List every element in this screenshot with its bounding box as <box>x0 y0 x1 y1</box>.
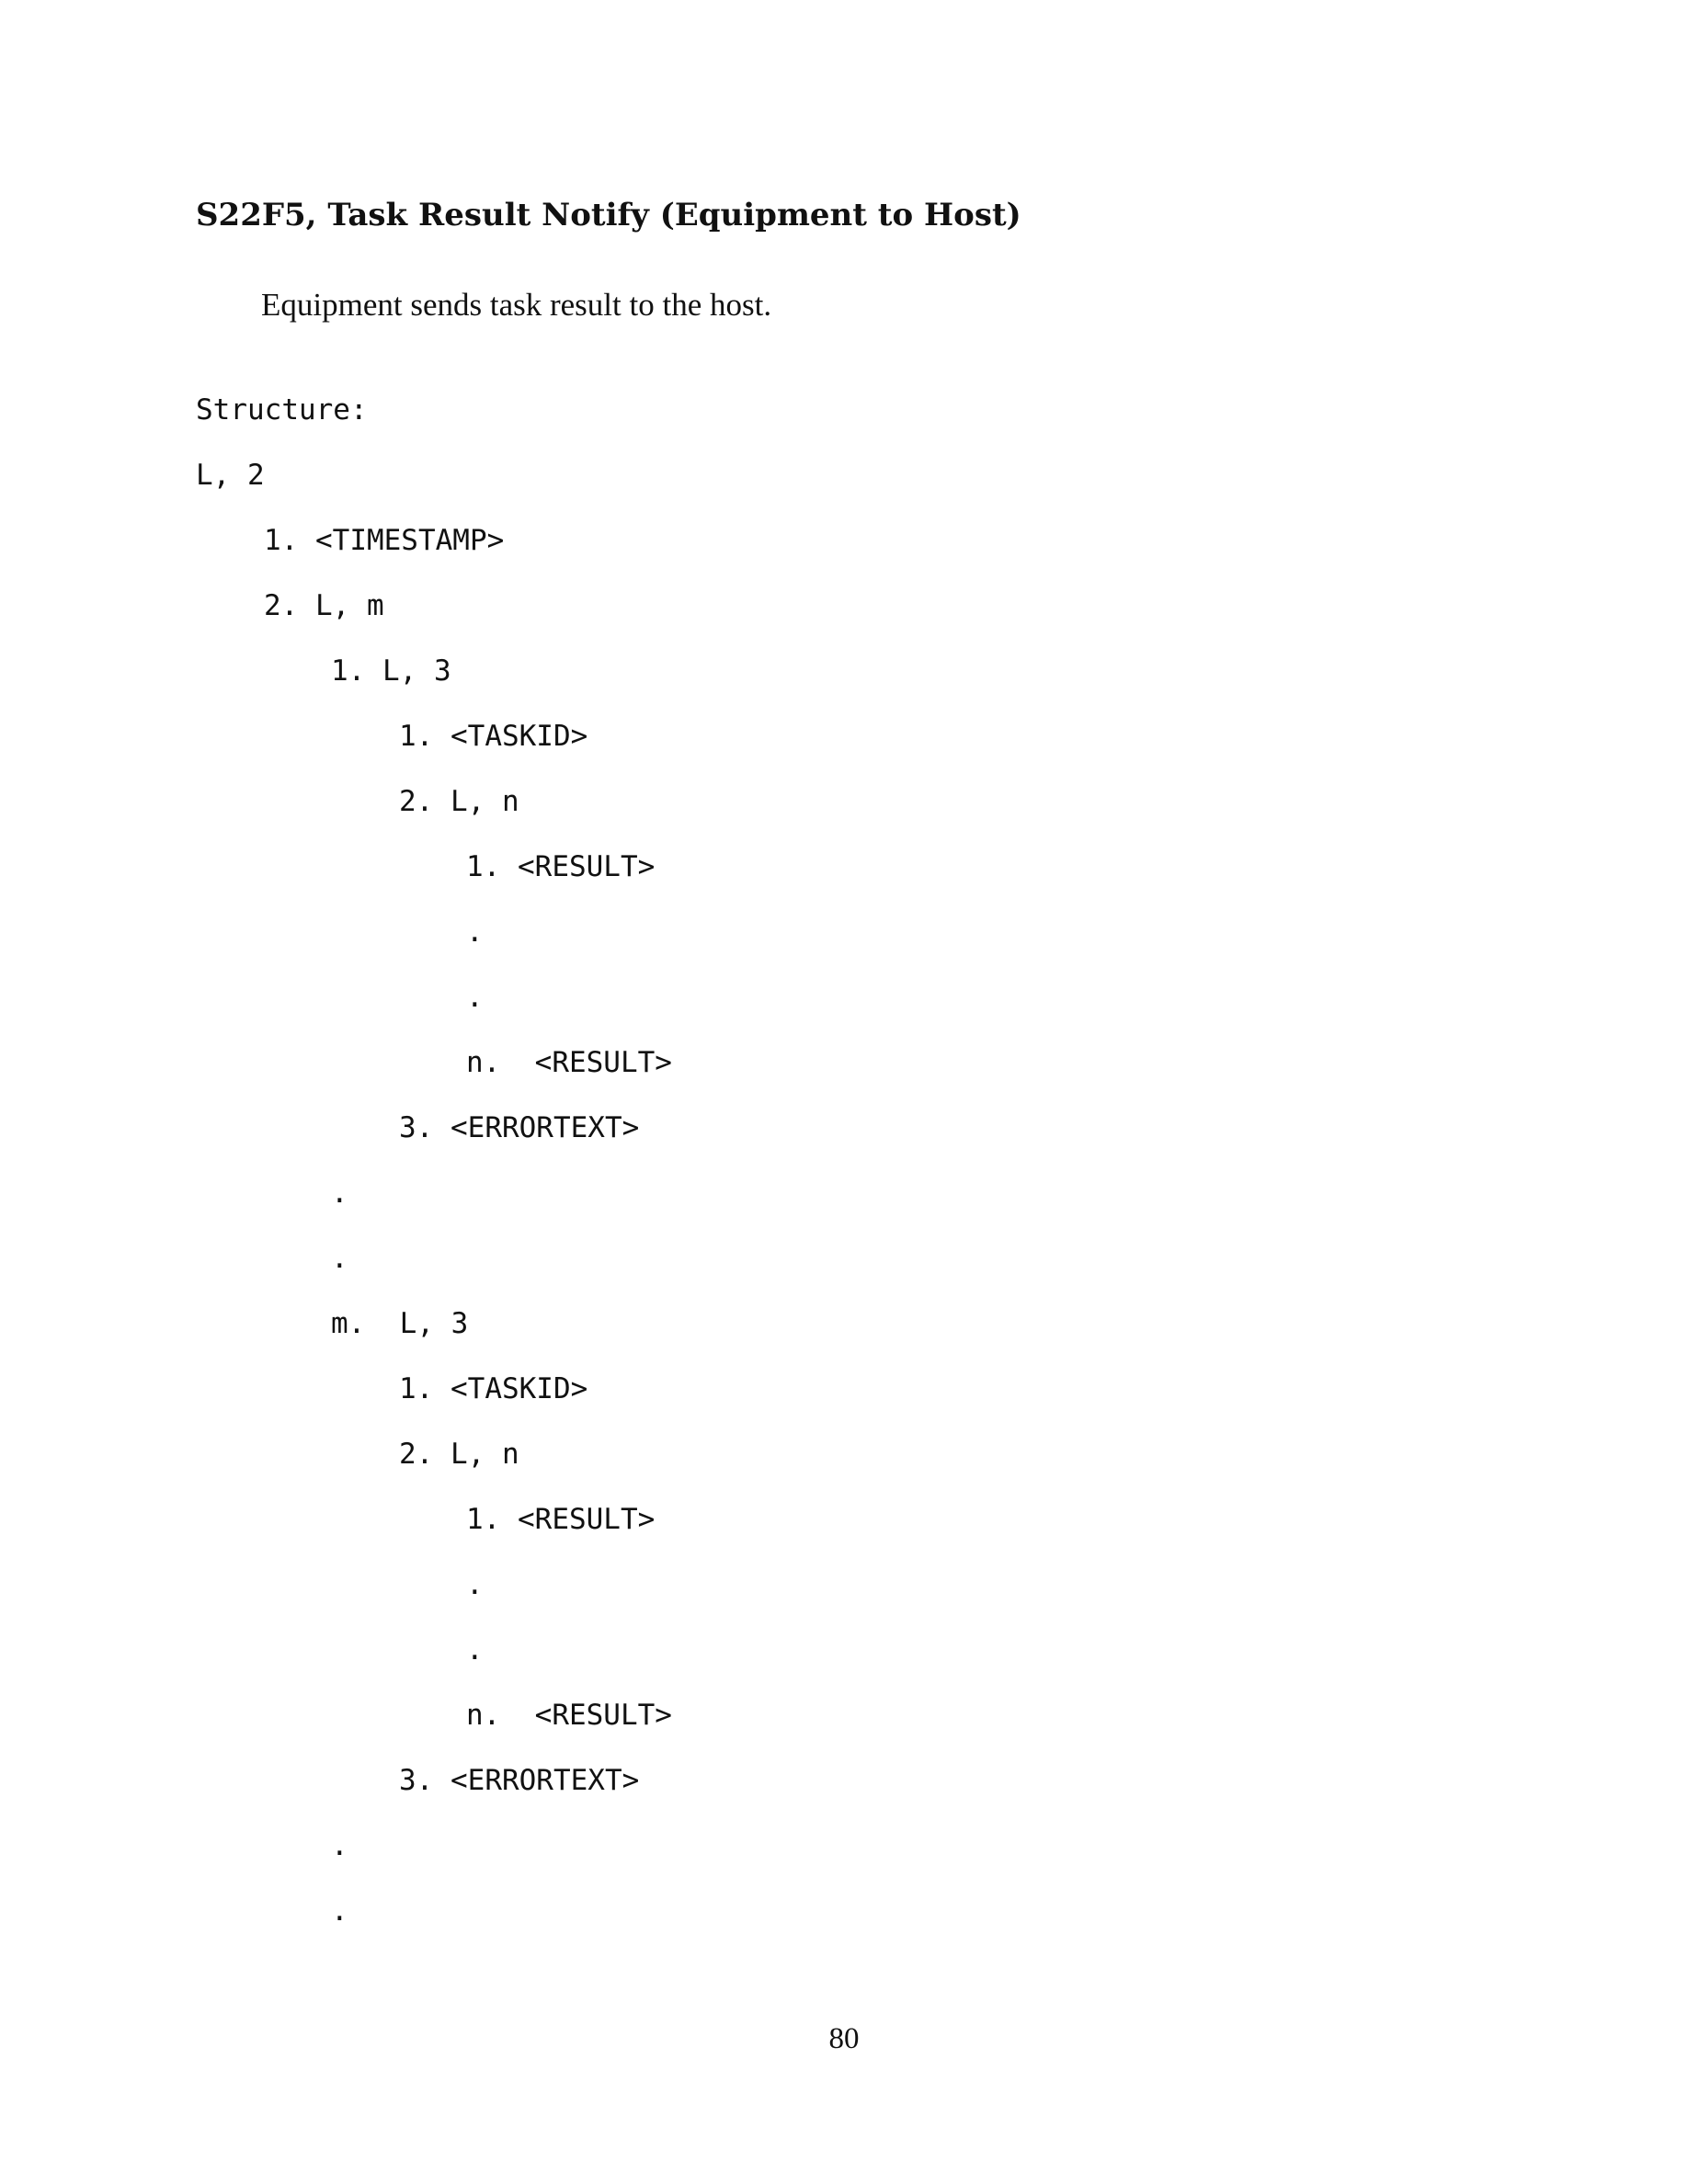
structure-ellipsis-dot: . <box>331 1894 348 1928</box>
structure-ellipsis-dot: . <box>466 916 484 949</box>
structure-ellipsis-dot: . <box>466 981 484 1014</box>
structure-line: 1. <TIMESTAMP> <box>264 524 505 557</box>
structure-line: 1. <TASKID> <box>399 720 588 753</box>
structure-line: 2. L, n <box>399 785 519 818</box>
structure-label: Structure: <box>196 393 368 427</box>
structure-line: 2. L, m <box>264 589 384 622</box>
structure-line: n. <RESULT> <box>466 1046 672 1079</box>
structure-ellipsis-dot: . <box>331 1177 348 1210</box>
page-number: 80 <box>828 2022 860 2055</box>
structure-ellipsis-dot: . <box>466 1633 484 1666</box>
structure-line: 1. <RESULT> <box>466 850 656 883</box>
structure-line: 3. <ERRORTEXT> <box>399 1764 640 1797</box>
structure-ellipsis-dot: . <box>466 1568 484 1601</box>
structure-line: m. L, 3 <box>331 1307 469 1340</box>
structure-line: n. <RESULT> <box>466 1699 672 1732</box>
message-structure-tree: L, 2 1. <TIMESTAMP> 2. L, m 1. L, 3 1. <… <box>196 459 1483 1960</box>
structure-line: 1. <TASKID> <box>399 1372 588 1405</box>
structure-ellipsis-dot: . <box>331 1829 348 1862</box>
structure-line: 1. L, 3 <box>331 654 451 688</box>
structure-line: L, 2 <box>196 459 265 492</box>
intro-paragraph: Equipment sends task result to the host. <box>261 287 772 323</box>
structure-line: 2. L, n <box>399 1438 519 1471</box>
structure-line: 1. <RESULT> <box>466 1503 656 1536</box>
section-heading: S22F5, Task Result Notify (Equipment to … <box>196 197 1021 233</box>
structure-line: 3. <ERRORTEXT> <box>399 1111 640 1144</box>
document-page: S22F5, Task Result Notify (Equipment to … <box>0 0 1688 2184</box>
structure-ellipsis-dot: . <box>331 1242 348 1275</box>
